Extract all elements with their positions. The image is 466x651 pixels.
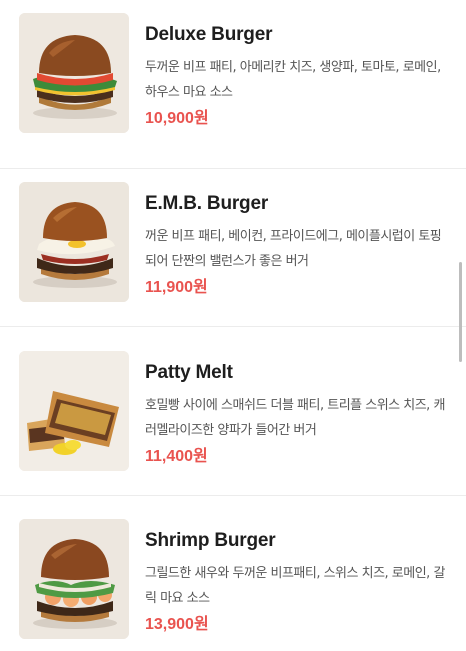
- item-description: 두꺼운 비프 패티, 아메리칸 치즈, 생양파, 토마토, 로메인, 하우스 마…: [145, 60, 441, 100]
- menu-item-emb-burger[interactable]: E.M.B. Burger 꺼운 비프 패티, 베이컨, 프라이드에그, 메이플…: [0, 158, 466, 327]
- item-price: 11,400원: [145, 448, 208, 465]
- item-price: 13,900원: [145, 616, 209, 633]
- menu-item-patty-melt[interactable]: Patty Melt 호밀빵 사이에 스매쉬드 더블 패티, 트리플 스위스 치…: [0, 327, 466, 496]
- patty-melt-photo[interactable]: [19, 351, 129, 471]
- scrollbar[interactable]: [459, 262, 462, 362]
- item-name: Patty Melt: [145, 362, 233, 383]
- item-name: E.M.B. Burger: [145, 193, 269, 214]
- item-description: 호밀빵 사이에 스매쉬드 더블 패티, 트리플 스위스 치즈, 캐러멜라이즈한 …: [145, 398, 445, 438]
- menu-item-shrimp-burger[interactable]: Shrimp Burger 그릴드한 새우와 두꺼운 비프패티, 스위스 치즈,…: [0, 496, 466, 651]
- menu-item-deluxe-burger[interactable]: Deluxe Burger 두꺼운 비프 패티, 아메리칸 치즈, 생양파, 토…: [0, 0, 466, 169]
- emb-burger-photo[interactable]: [19, 182, 129, 302]
- item-name: Shrimp Burger: [145, 530, 276, 551]
- deluxe-burger-photo[interactable]: [19, 13, 129, 133]
- item-info: E.M.B. Burger 꺼운 비프 패티, 베이컨, 프라이드에그, 메이플…: [145, 193, 446, 298]
- item-description: 그릴드한 새우와 두꺼운 비프패티, 스위스 치즈, 로메인, 갈릭 마요 소스: [145, 566, 445, 606]
- item-info: Shrimp Burger 그릴드한 새우와 두꺼운 비프패티, 스위스 치즈,…: [145, 530, 446, 635]
- item-price: 10,900원: [145, 110, 209, 127]
- item-info: Patty Melt 호밀빵 사이에 스매쉬드 더블 패티, 트리플 스위스 치…: [145, 362, 446, 467]
- item-info: Deluxe Burger 두꺼운 비프 패티, 아메리칸 치즈, 생양파, 토…: [145, 24, 446, 129]
- item-description: 꺼운 비프 패티, 베이컨, 프라이드에그, 메이플시럽이 토핑되어 단짠의 밸…: [145, 229, 442, 269]
- shrimp-burger-photo[interactable]: [19, 519, 129, 639]
- item-price: 11,900원: [145, 279, 208, 296]
- item-name: Deluxe Burger: [145, 24, 273, 45]
